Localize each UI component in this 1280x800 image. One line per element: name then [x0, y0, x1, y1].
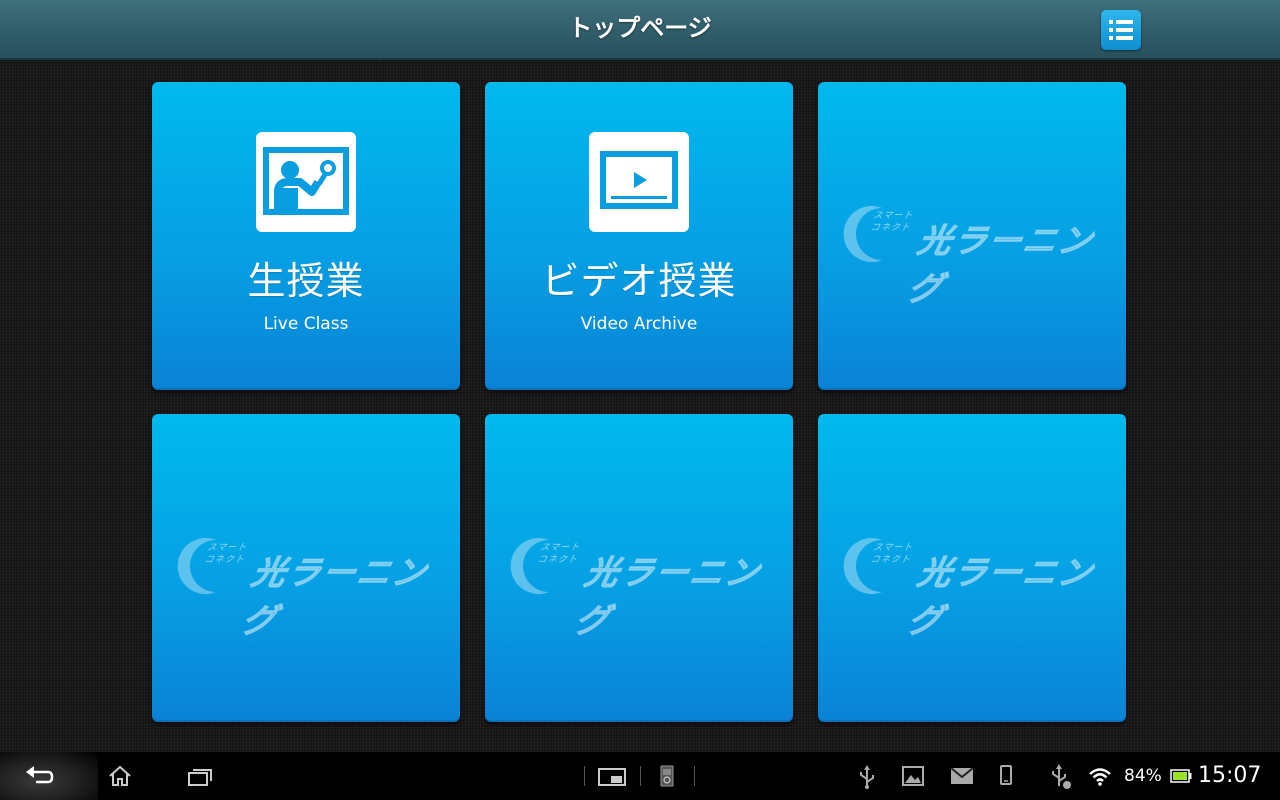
video-player-icon: [589, 132, 689, 232]
logo-small-text: コネクト: [869, 555, 912, 565]
tile-title: ビデオ授業: [541, 259, 737, 303]
hikari-learning-logo: スマートコネクト 光ラーニング: [842, 202, 1102, 309]
tile-placeholder[interactable]: スマートコネクト 光ラーニング: [818, 414, 1126, 722]
hikari-learning-logo: スマートコネクト 光ラーニング: [509, 534, 769, 641]
battery-icon: [1170, 769, 1192, 783]
hikari-learning-logo: スマートコネクト 光ラーニング: [842, 534, 1102, 641]
small-app-icon[interactable]: [598, 768, 626, 786]
logo-text: 光ラーニング: [904, 553, 1098, 641]
tile-video-archive[interactable]: ビデオ授業 Video Archive: [485, 82, 793, 390]
back-button[interactable]: [0, 752, 98, 800]
battery-percent: 84%: [1124, 766, 1162, 786]
tile-placeholder[interactable]: スマートコネクト 光ラーニング: [818, 82, 1126, 390]
logo-small-text: スマート: [206, 543, 249, 553]
system-bar: 84% 15:07: [0, 752, 1280, 800]
logo-small-text: コネクト: [536, 555, 579, 565]
home-icon[interactable]: [108, 764, 132, 788]
tile-live-class[interactable]: 生授業 Live Class: [152, 82, 460, 390]
tile-placeholder[interactable]: スマートコネクト 光ラーニング: [485, 414, 793, 722]
logo-small-text: コネクト: [869, 223, 912, 233]
usb-icon: [860, 765, 874, 789]
email-icon: [950, 767, 974, 784]
teacher-board-icon: [256, 132, 356, 232]
divider: [694, 766, 695, 786]
gallery-icon: [902, 766, 924, 786]
recent-apps-icon[interactable]: [188, 768, 212, 786]
divider: [584, 766, 585, 786]
logo-small-text: スマート: [539, 543, 582, 553]
back-icon: [26, 766, 54, 784]
tile-placeholder[interactable]: スマートコネクト 光ラーニング: [152, 414, 460, 722]
logo-text: 光ラーニング: [238, 553, 432, 641]
tile-title: 生授業: [247, 259, 365, 303]
page-title: トップページ: [568, 14, 712, 42]
tile-subtitle: Video Archive: [580, 314, 698, 334]
hikari-learning-logo: スマートコネクト 光ラーニング: [176, 534, 436, 641]
divider: [640, 766, 641, 786]
phone-icon: [1000, 765, 1012, 785]
action-bar: トップページ: [0, 0, 1280, 60]
tile-subtitle: Live Class: [263, 314, 349, 334]
wifi-icon: [1089, 768, 1111, 786]
logo-text: 光ラーニング: [571, 553, 765, 641]
list-menu-icon: [1109, 20, 1133, 40]
clock: 15:07: [1198, 763, 1262, 788]
logo-small-text: スマート: [872, 543, 915, 553]
logo-small-text: スマート: [872, 211, 915, 221]
usb-debug-icon: [1052, 764, 1071, 789]
phone-app-icon[interactable]: [660, 765, 674, 787]
logo-text: 光ラーニング: [904, 221, 1098, 309]
logo-small-text: コネクト: [203, 555, 246, 565]
menu-button[interactable]: [1101, 10, 1141, 50]
